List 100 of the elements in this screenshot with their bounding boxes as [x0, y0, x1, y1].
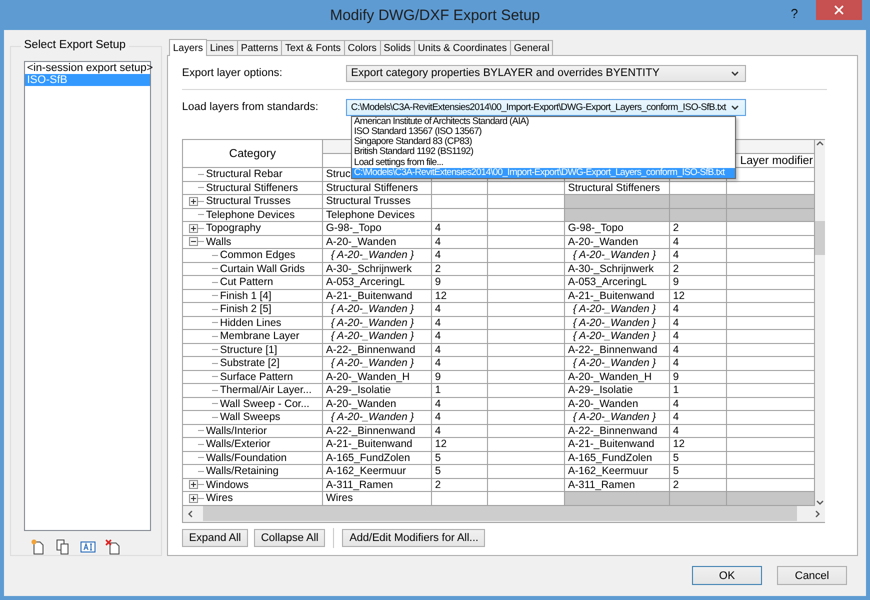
setup-item[interactable]: <in-session export setup> [25, 62, 150, 74]
table-cell: 4 [432, 330, 488, 344]
table-cell: A-20-_Wanden [323, 236, 432, 249]
category-label[interactable]: Thermal/Air Layer... [220, 384, 312, 396]
collapse-icon[interactable] [189, 237, 198, 246]
category-label[interactable]: Hidden Lines [220, 316, 282, 329]
dropdown-option[interactable]: Singapore Standard 83 (CP83) [352, 137, 735, 148]
category-label[interactable]: Walls/Interior [206, 424, 267, 437]
scrollbar-thumb[interactable] [815, 220, 825, 255]
table-cell: 2 [670, 222, 727, 236]
caret-icon [731, 104, 739, 110]
category-label[interactable]: Structure [1] [220, 344, 278, 356]
duplicate-icon[interactable] [55, 539, 71, 555]
help-button[interactable]: ? [790, 0, 798, 21]
close-button[interactable] [816, 0, 862, 20]
rename-icon[interactable] [80, 539, 96, 555]
table-cell: A-311_Ramen [323, 478, 432, 492]
caret-icon [731, 70, 739, 76]
new-icon[interactable] [30, 539, 46, 555]
category-label[interactable]: Cut Pattern [220, 276, 274, 288]
table-cell: 5 [670, 465, 727, 478]
expand-icon[interactable] [189, 494, 198, 503]
category-label[interactable]: Finish 2 [5] [220, 303, 272, 316]
table-cell: { A-20-_Wanden } [565, 357, 670, 370]
scroll-right-icon[interactable] [815, 510, 821, 518]
category-label[interactable]: Structural Stiffeners [206, 182, 298, 194]
table-cell [432, 208, 488, 222]
tab[interactable]: Layers [169, 39, 208, 56]
dropdown-option[interactable]: ISO Standard 13567 (ISO 13567) [352, 126, 735, 138]
standards-dropdown[interactable]: C:\Models\C3A-RevitExtensies2014\00_Import-Export\DWG-Export_Layers_conform_ISO-SfB.txt [346, 98, 746, 116]
table-cell: A-29-_Isolatie [565, 384, 670, 398]
column-header[interactable]: Category [183, 140, 323, 168]
category-label[interactable]: Curtain Wall Grids [220, 262, 305, 275]
category-label[interactable]: Wall Sweep - Cor... [220, 398, 310, 410]
table-cell: { A-20-_Wanden } [323, 316, 432, 330]
modifiers-button[interactable]: Add/Edit Modifiers for All... [342, 528, 486, 546]
category-label[interactable]: Wall Sweeps [220, 411, 280, 424]
table-cell: A-21-_Buitenwand [565, 290, 670, 303]
table-cell: 12 [432, 438, 488, 452]
category-label[interactable]: Surface Pattern [220, 370, 293, 383]
table-cell [432, 182, 488, 195]
table-cell: 4 [432, 411, 488, 424]
table-cell: { A-20-_Wanden } [323, 249, 432, 262]
scroll-down-icon[interactable] [816, 500, 824, 506]
table-cell: A-21-_Buitenwand [323, 438, 432, 452]
dropdown-option[interactable]: American Institute of Architects Standard (AIA) [352, 116, 735, 127]
table-cell: A-29-_Isolatie [323, 384, 432, 398]
table-cell: { A-20-_Wanden } [565, 249, 670, 262]
tab[interactable]: General [510, 40, 554, 55]
table-cell: { A-20-_Wanden } [565, 330, 670, 344]
table-cell: 5 [670, 452, 727, 465]
table-cell: 4 [670, 424, 727, 438]
table-cell: { A-20-_Wanden } [565, 411, 670, 424]
window-title: Modify DWG/DXF Export Setup [330, 6, 540, 24]
category-label[interactable]: Common Edges [220, 249, 296, 262]
ok-button[interactable]: OK [692, 566, 762, 585]
category-label[interactable]: Structural Rebar [206, 168, 282, 180]
table-cell: 4 [670, 344, 727, 357]
table-cell: A-20-_Wanden_H [565, 370, 670, 384]
table-cell: A-162_Keermuur [565, 465, 670, 478]
category-label[interactable]: Walls/Exterior [206, 438, 270, 450]
table-cell: A-20-_Wanden [323, 398, 432, 411]
delete-icon[interactable] [105, 539, 121, 555]
table-cell: 4 [670, 357, 727, 370]
expand-icon[interactable] [189, 480, 198, 490]
table-cell [432, 195, 488, 208]
scroll-left-icon[interactable] [187, 510, 193, 518]
cancel-button[interactable]: Cancel [777, 566, 847, 585]
table-cell: 4 [670, 316, 727, 330]
category-label[interactable]: Membrane Layer [220, 330, 300, 342]
collapse-all-button[interactable]: Collapse All [254, 528, 326, 546]
category-label[interactable]: Finish 1 [4] [220, 290, 272, 302]
category-label[interactable]: Structural Trusses [206, 195, 291, 208]
table-cell: 4 [432, 236, 488, 249]
table-cell: 4 [432, 344, 488, 357]
category-label[interactable]: Walls/Retaining [206, 465, 279, 478]
table-cell: { A-20-_Wanden } [323, 330, 432, 344]
table-cell: Structural Stiffeners [323, 182, 432, 195]
expand-all-button[interactable]: Expand All [182, 528, 248, 546]
category-label[interactable]: Topography [206, 222, 261, 234]
vertical-scrollbar[interactable] [815, 140, 825, 506]
table-cell: 9 [432, 370, 488, 384]
table-cell: Structural Trusses [323, 195, 432, 208]
category-label[interactable]: Walls [206, 236, 232, 248]
table-cell: 2 [432, 262, 488, 276]
table-cell: 2 [670, 262, 727, 276]
table-cell: A-22-_Binnenwand [323, 424, 432, 438]
expand-icon[interactable] [189, 196, 198, 206]
table-cell: { A-20-_Wanden } [323, 411, 432, 424]
category-label[interactable]: Windows [206, 478, 249, 491]
table-cell: 4 [670, 303, 727, 316]
category-label[interactable]: Wires [206, 492, 233, 504]
category-label[interactable]: Substrate [2] [220, 357, 280, 370]
table-cell: 1 [670, 384, 727, 398]
layer-options-dropdown[interactable]: Export category properties BYLAYER and overrides BYENTITY [346, 64, 746, 82]
category-label[interactable]: Walls/Foundation [206, 452, 287, 464]
table-cell: 9 [670, 370, 727, 384]
category-label[interactable]: Telephone Devices [206, 208, 295, 221]
expand-icon[interactable] [189, 224, 198, 233]
scroll-up-icon[interactable] [816, 140, 824, 146]
